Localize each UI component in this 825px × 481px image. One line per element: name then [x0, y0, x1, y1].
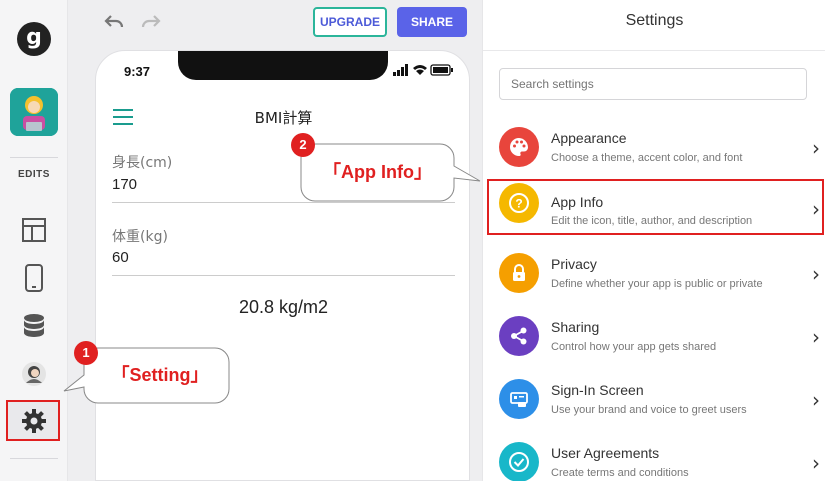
settings-title: Settings [625, 12, 684, 29]
upgrade-button[interactable]: UPGRADE [313, 7, 387, 37]
redo-icon [141, 15, 161, 28]
chevron-right-icon: › [812, 325, 820, 349]
check-circle-icon [499, 442, 539, 481]
settings-item-desc: Use your brand and voice to greet users [551, 404, 747, 416]
redo-button[interactable] [141, 14, 161, 35]
callout-number-badge: 2 [291, 133, 315, 157]
phone-notch [178, 51, 388, 80]
lock-icon [499, 253, 539, 293]
settings-button[interactable] [16, 403, 52, 439]
database-icon [24, 314, 44, 337]
callout-number-badge: 1 [74, 341, 98, 365]
settings-item-user-agreements[interactable]: User Agreements Create terms and conditi… [483, 431, 825, 481]
rail-divider [10, 458, 58, 459]
chevron-right-icon: › [812, 451, 820, 475]
settings-item-title: Privacy [551, 256, 597, 272]
undo-icon [104, 15, 124, 28]
settings-item-title: Sign-In Screen [551, 382, 644, 398]
left-rail: g EDITS [0, 0, 68, 481]
settings-item-appearance[interactable]: Appearance Choose a theme, accent color,… [483, 116, 825, 179]
settings-divider [483, 50, 825, 51]
edits-label: EDITS [18, 169, 50, 180]
search-settings-input[interactable] [499, 68, 807, 100]
callout-app-info-text: 「App Info」 [323, 162, 432, 182]
svg-text:?: ? [515, 197, 522, 211]
user-avatar-icon [22, 362, 46, 386]
chevron-right-icon: › [812, 262, 820, 286]
rail-divider [10, 157, 58, 158]
app-title: BMI計算 [254, 109, 313, 127]
share-button[interactable]: SHARE [397, 7, 467, 37]
settings-item-desc: Create terms and conditions [551, 467, 689, 479]
height-label: 身長(cm) [112, 155, 173, 171]
chevron-right-icon: › [812, 197, 820, 221]
settings-item-sign-in-screen[interactable]: Sign-In Screen Use your brand and voice … [483, 368, 825, 431]
settings-panel: Settings Appearance Choose a theme, acce… [482, 0, 825, 481]
status-icons [393, 64, 453, 79]
layout-icon [22, 218, 46, 242]
palette-icon [499, 127, 539, 167]
settings-item-desc: Choose a theme, accent color, and font [551, 152, 743, 164]
settings-item-sharing[interactable]: Sharing Control how your app gets shared… [483, 305, 825, 368]
bmi-result: 20.8 kg/m2 [238, 297, 329, 317]
settings-item-title: Sharing [551, 319, 600, 335]
weight-label: 体重(kg) [112, 229, 168, 245]
users-button[interactable] [16, 356, 52, 392]
weight-underline [112, 275, 455, 276]
callout-setting-text: 「Setting」 [111, 365, 209, 385]
layout-button[interactable] [16, 212, 52, 248]
sign-in-icon [499, 379, 539, 419]
share-icon [499, 316, 539, 356]
height-input[interactable]: 170 [112, 176, 137, 193]
avatar-icon [10, 88, 58, 136]
phone-icon [25, 264, 43, 292]
chevron-right-icon: › [812, 388, 820, 412]
settings-item-app-info[interactable]: ? App Info Edit the icon, title, author,… [483, 179, 825, 242]
data-button[interactable] [16, 308, 52, 344]
settings-item-title: User Agreements [551, 445, 660, 461]
signal-wifi-battery-icon [393, 64, 453, 76]
weight-input[interactable]: 60 [112, 249, 129, 266]
settings-item-privacy[interactable]: Privacy Define whether your app is publi… [483, 242, 825, 305]
settings-item-title: App Info [551, 194, 604, 210]
settings-item-desc: Control how your app gets shared [551, 341, 717, 353]
settings-item-desc: Edit the icon, title, author, and descri… [551, 215, 753, 227]
glide-logo[interactable]: g [17, 22, 51, 56]
settings-item-desc: Define whether your app is public or pri… [551, 278, 763, 290]
question-icon: ? [499, 183, 539, 223]
screens-button[interactable] [16, 260, 52, 296]
gear-icon [22, 409, 46, 433]
status-time: 9:37 [124, 64, 151, 79]
screen: g EDITS UPGRADE SHARE 9:37 BMI計算 身長(cm) … [0, 0, 825, 481]
app-icon[interactable] [10, 88, 58, 136]
undo-button[interactable] [104, 14, 124, 35]
settings-item-title: Appearance [551, 130, 627, 146]
chevron-right-icon: › [812, 136, 820, 160]
phone-preview: 9:37 BMI計算 身長(cm) 170 体重(kg) 60 20.8 kg/… [95, 50, 470, 481]
